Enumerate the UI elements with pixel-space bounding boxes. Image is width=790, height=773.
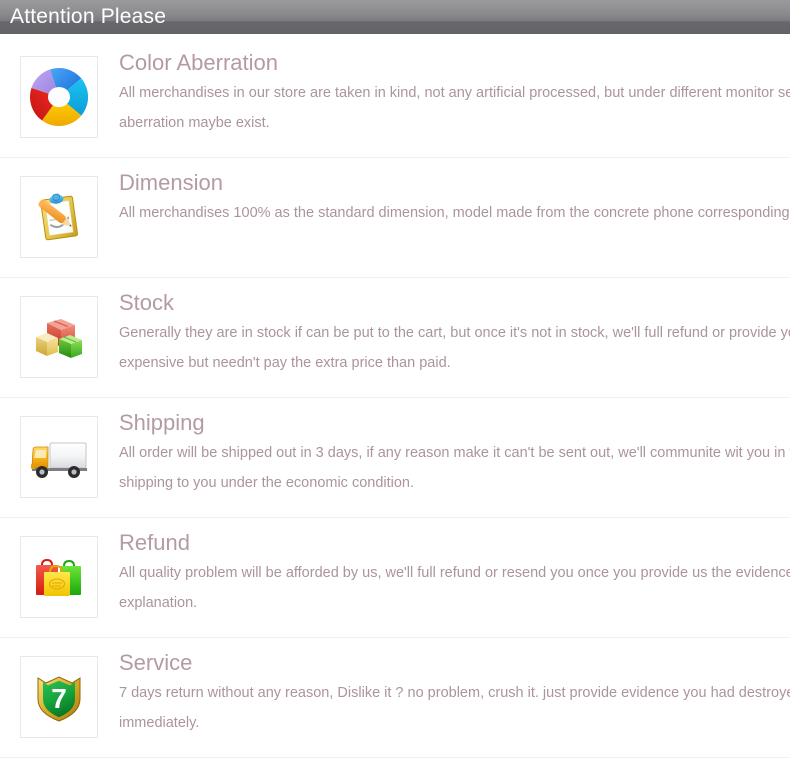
icon-frame — [20, 536, 98, 618]
item-body: Color Aberration All merchandises in our… — [119, 48, 790, 158]
list-item: Stock Generally they are in stock if can… — [0, 278, 790, 398]
list-item: Shipping All order will be shipped out i… — [0, 398, 790, 518]
item-title: Color Aberration — [119, 50, 278, 75]
list-item: Refund All quality problem will be affor… — [0, 518, 790, 638]
item-title: Stock — [119, 290, 175, 315]
attention-list: Color Aberration All merchandises in our… — [0, 38, 790, 758]
item-body: Shipping All order will be shipped out i… — [119, 408, 790, 518]
shield-seven-icon: 7 — [21, 666, 97, 728]
item-description: Generally they are in stock if can be pu… — [119, 325, 790, 371]
list-item: Color Aberration All merchandises in our… — [0, 38, 790, 158]
clipboard-pencil-icon — [21, 186, 97, 248]
color-wheel-icon — [21, 66, 97, 128]
icon-frame — [20, 176, 98, 258]
item-body: Refund All quality problem will be affor… — [119, 528, 790, 638]
item-title: Service — [119, 650, 193, 675]
boxes-icon — [21, 306, 97, 368]
item-description: All order will be shipped out in 3 days,… — [119, 445, 790, 491]
icon-frame: 7 — [20, 656, 98, 738]
item-title: Shipping — [119, 410, 205, 435]
item-body: Stock Generally they are in stock if can… — [119, 288, 790, 398]
item-description: All quality problem will be afforded by … — [119, 565, 790, 611]
header-bar: Attention Please — [0, 0, 790, 34]
icon-frame — [20, 416, 98, 498]
list-item: 7 Service 7 days return without any reas… — [0, 638, 790, 758]
icon-frame — [20, 296, 98, 378]
svg-text:7: 7 — [51, 683, 67, 714]
item-body: Dimension All merchandises 100% as the s… — [119, 168, 790, 278]
item-description: 7 days return without any reason, Dislik… — [119, 685, 790, 731]
item-title: Refund — [119, 530, 190, 555]
shopping-bags-icon — [21, 546, 97, 608]
page-title: Attention Please — [10, 5, 167, 28]
item-body: Service 7 days return without any reason… — [119, 648, 790, 758]
list-item: Dimension All merchandises 100% as the s… — [0, 158, 790, 278]
item-description: All merchandises 100% as the standard di… — [119, 205, 790, 221]
item-title: Dimension — [119, 170, 223, 195]
item-description: All merchandises in our store are taken … — [119, 85, 790, 131]
delivery-truck-icon — [21, 426, 97, 488]
icon-frame — [20, 56, 98, 138]
